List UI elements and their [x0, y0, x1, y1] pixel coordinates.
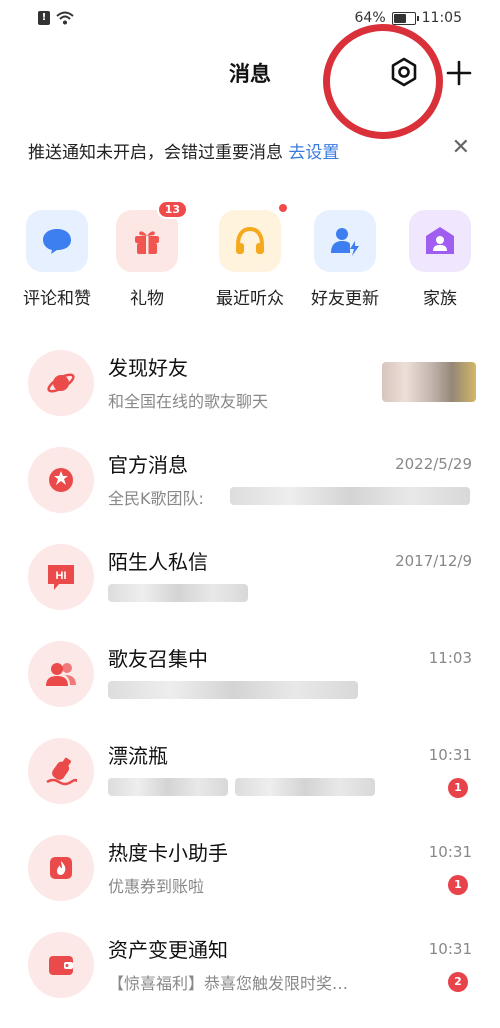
- user-lightning-icon: [314, 210, 376, 272]
- message-item[interactable]: HI 陌生人私信 2017/12/9: [0, 544, 500, 640]
- battery-icon: [391, 11, 419, 25]
- battery-percent: 64%: [354, 10, 386, 26]
- message-title: 歌友召集中: [108, 647, 208, 671]
- shortcut-label: 评论和赞: [23, 289, 91, 309]
- message-title: 漂流瓶: [108, 744, 168, 768]
- unread-badge: 1: [448, 875, 468, 895]
- message-title: 陌生人私信: [108, 550, 208, 574]
- add-button[interactable]: [444, 58, 474, 88]
- message-time: 10:31: [428, 940, 472, 958]
- gear-icon: [391, 57, 417, 87]
- notice-text: 推送通知未开启，会错过重要消息: [28, 143, 289, 163]
- friend-avatars-thumbnail: [382, 362, 476, 402]
- clock: 11:05: [421, 10, 462, 26]
- message-time: 2017/12/9: [395, 552, 472, 570]
- status-bar: ! 64% 11:05: [0, 0, 500, 40]
- official-icon: [28, 447, 94, 513]
- shortcut-1[interactable]: 13 礼物: [102, 200, 192, 309]
- svg-text:HI: HI: [56, 570, 67, 582]
- comment-bubble-icon: [26, 210, 88, 272]
- redacted-text: [108, 681, 358, 699]
- headphones-icon: [219, 204, 287, 272]
- new-dot: [279, 204, 287, 212]
- shortcut-4[interactable]: 家族: [395, 210, 485, 309]
- redacted-text: [235, 778, 375, 796]
- notice-settings-link[interactable]: 去设置: [288, 143, 339, 163]
- redacted-text: [230, 487, 470, 505]
- flame-card-icon: [28, 835, 94, 901]
- push-notice-bar: 推送通知未开启，会错过重要消息 去设置 ✕: [0, 128, 500, 168]
- message-time: 11:03: [428, 649, 472, 667]
- shortcut-3[interactable]: 好友更新: [300, 210, 390, 309]
- plus-icon: [446, 60, 472, 86]
- message-item[interactable]: 发现好友和全国在线的歌友聊天: [0, 350, 500, 446]
- message-title: 资产变更通知: [108, 938, 228, 962]
- message-time: 10:31: [428, 746, 472, 764]
- shortcut-2[interactable]: 最近听众: [205, 204, 295, 309]
- status-right: 64% 11:05: [355, 10, 462, 26]
- message-item[interactable]: 歌友召集中 11:03: [0, 641, 500, 737]
- message-title: 热度卡小助手: [108, 841, 228, 865]
- shortcut-row: 评论和赞 13 礼物 最近听众 好友更新 家族: [0, 200, 500, 310]
- page-title: 消息: [229, 62, 271, 86]
- wifi-icon: [56, 11, 74, 25]
- message-title: 发现好友: [108, 356, 188, 380]
- message-item[interactable]: 资产变更通知【惊喜福利】恭喜您触发限时奖… 10:31 2: [0, 932, 500, 1028]
- hi-bubble-icon: HI: [28, 544, 94, 610]
- status-left: !: [38, 11, 74, 25]
- planet-icon: [28, 350, 94, 416]
- gift-icon: 13: [116, 200, 188, 272]
- message-item[interactable]: 热度卡小助手优惠券到账啦 10:31 1: [0, 835, 500, 931]
- redacted-text: [108, 778, 228, 796]
- message-preview: 优惠券到账啦: [108, 877, 205, 896]
- wallet-icon: [28, 932, 94, 998]
- message-item[interactable]: 官方消息全民K歌团队: 2022/5/29: [0, 447, 500, 543]
- message-time: 2022/5/29: [395, 455, 472, 473]
- shortcut-label: 最近听众: [216, 289, 284, 309]
- count-badge: 13: [156, 200, 188, 219]
- message-time: 10:31: [428, 843, 472, 861]
- group-users-icon: [28, 641, 94, 707]
- settings-button[interactable]: [387, 55, 421, 89]
- message-preview: 【惊喜福利】恭喜您触发限时奖…: [108, 974, 349, 993]
- close-icon[interactable]: ✕: [452, 137, 470, 159]
- drift-bottle-icon: [28, 738, 94, 804]
- message-item[interactable]: 漂流瓶 10:31 1: [0, 738, 500, 834]
- shortcut-label: 礼物: [130, 289, 164, 309]
- redacted-text: [108, 584, 248, 602]
- shortcut-label: 好友更新: [311, 289, 379, 309]
- battery-level: [393, 13, 406, 23]
- message-preview: 全民K歌团队:: [108, 489, 204, 508]
- alert-icon: !: [38, 11, 50, 25]
- shortcut-label: 家族: [423, 289, 457, 309]
- unread-badge: 2: [448, 972, 468, 992]
- shortcut-0[interactable]: 评论和赞: [12, 210, 102, 309]
- message-title: 官方消息: [108, 453, 188, 477]
- unread-badge: 1: [448, 778, 468, 798]
- header: 消息: [0, 48, 500, 98]
- message-preview: 和全国在线的歌友聊天: [108, 392, 269, 411]
- home-user-icon: [409, 210, 471, 272]
